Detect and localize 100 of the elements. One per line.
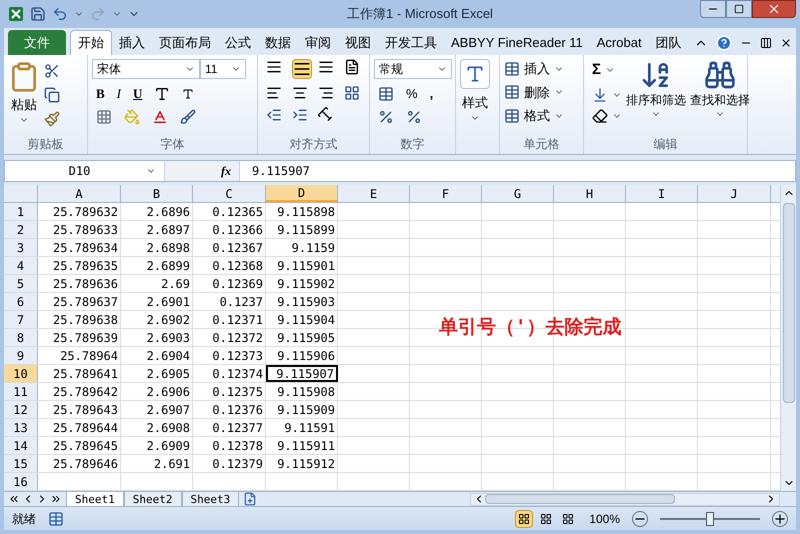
phonetic-icon[interactable]: [180, 108, 196, 124]
last-sheet-icon[interactable]: [50, 493, 62, 505]
styles-icon[interactable]: [465, 64, 485, 84]
view-button[interactable]: [515, 510, 534, 528]
insert-sheet-icon[interactable]: [243, 492, 258, 506]
ribbon-tab[interactable]: Acrobat: [590, 30, 649, 55]
cut-icon[interactable]: [44, 63, 60, 79]
binoculars-icon[interactable]: [704, 59, 736, 91]
row-header[interactable]: 11: [4, 383, 38, 400]
row-header[interactable]: 4: [4, 257, 38, 274]
fill-icon[interactable]: [592, 86, 608, 102]
help-icon[interactable]: [716, 35, 732, 51]
ribbon-tab[interactable]: 开发工具: [378, 30, 444, 55]
row-header[interactable]: 10: [4, 365, 38, 382]
middle-align-icon[interactable]: [292, 59, 312, 79]
grow-font-icon[interactable]: [154, 86, 170, 102]
row-header[interactable]: 2: [4, 221, 38, 238]
italic-button[interactable]: I: [116, 84, 122, 104]
table-cell-text: 0.12372: [212, 330, 263, 346]
clear-icon[interactable]: [592, 108, 608, 124]
row-header[interactable]: 14: [4, 437, 38, 454]
bold-button[interactable]: B: [96, 84, 105, 104]
zoom-thumb[interactable]: [706, 512, 714, 526]
comma-button[interactable]: ,: [430, 84, 434, 104]
row-header[interactable]: 8: [4, 329, 38, 346]
row-header[interactable]: 3: [4, 239, 38, 256]
ribbon-tab[interactable]: 数据: [258, 30, 298, 55]
percent-button[interactable]: %: [406, 84, 418, 104]
sheet-tab[interactable]: Sheet2: [124, 492, 182, 506]
maximize-button[interactable]: [726, 0, 752, 18]
column-header[interactable]: B: [121, 185, 193, 202]
close-button[interactable]: [752, 0, 796, 18]
row-header[interactable]: 7: [4, 311, 38, 328]
row-header[interactable]: 12: [4, 401, 38, 418]
ribbon-tab[interactable]: ABBYY FineReader 11: [444, 30, 590, 55]
top-align-icon[interactable]: [266, 59, 282, 75]
paste-button[interactable]: 粘贴: [11, 95, 37, 114]
row-header[interactable]: 9: [4, 347, 38, 364]
font-color-icon[interactable]: [152, 108, 168, 124]
column-header[interactable]: J: [698, 185, 771, 202]
shrink-font-icon[interactable]: [182, 88, 194, 100]
row-header[interactable]: 5: [4, 275, 38, 292]
underline-button[interactable]: U: [133, 84, 142, 104]
column-header[interactable]: I: [626, 185, 698, 202]
table-cell-text: 9.115907: [276, 366, 334, 382]
bottom-align-icon[interactable]: [318, 59, 334, 75]
wrap-text-icon[interactable]: [344, 59, 360, 75]
table-cell-text: 0.12375: [212, 384, 263, 400]
format-painter-icon[interactable]: [44, 111, 60, 127]
close-icon[interactable]: [780, 37, 792, 49]
column-header[interactable]: H: [554, 185, 626, 202]
cells-button[interactable]: 删除: [524, 82, 550, 102]
merge-icon[interactable]: [344, 85, 360, 101]
ribbon-tab[interactable]: 开始: [70, 30, 112, 55]
ribbon-tab[interactable]: 公式: [218, 30, 258, 55]
sheet-tab[interactable]: Sheet3: [182, 492, 240, 506]
ribbon-tab[interactable]: 团队: [648, 30, 689, 55]
zoom-in-icon[interactable]: [772, 510, 788, 526]
column-header[interactable]: D: [266, 185, 338, 202]
column-header[interactable]: G: [482, 185, 554, 202]
column-header[interactable]: A: [38, 185, 121, 202]
zoom-slider[interactable]: [660, 512, 760, 526]
row-header[interactable]: 15: [4, 455, 38, 472]
borders-icon[interactable]: [96, 108, 112, 124]
copy-icon[interactable]: [44, 87, 60, 103]
increase-indent-icon[interactable]: [292, 107, 308, 123]
row-header[interactable]: 1: [4, 203, 38, 220]
horizontal-scrollbar[interactable]: [470, 492, 780, 506]
sort-filter-button[interactable]: 排序和筛选: [626, 91, 686, 109]
autosum-button[interactable]: Σ: [592, 59, 602, 82]
file-tab[interactable]: 文件: [8, 30, 66, 55]
column-header[interactable]: F: [410, 185, 482, 202]
save-icon[interactable]: [30, 6, 46, 22]
fill-color-icon[interactable]: [124, 108, 140, 124]
first-sheet-icon[interactable]: [8, 493, 20, 505]
ribbon-tab[interactable]: 视图: [338, 30, 378, 55]
styles-button[interactable]: 样式: [462, 93, 488, 112]
find-select-button[interactable]: 查找和选择: [690, 91, 750, 109]
row-header[interactable]: 6: [4, 293, 38, 310]
align-left-icon[interactable]: [266, 85, 282, 101]
decrease-indent-icon[interactable]: [266, 107, 282, 123]
row-header[interactable]: 16: [4, 473, 38, 490]
row-header[interactable]: 13: [4, 419, 38, 436]
font-name-field[interactable]: 宋体: [92, 59, 200, 79]
macro-record-icon[interactable]: [48, 510, 64, 526]
align-right-icon[interactable]: [318, 85, 334, 101]
align-center-icon[interactable]: [292, 85, 308, 101]
cells-button[interactable]: 插入: [524, 59, 550, 78]
font-size-field[interactable]: 11: [200, 59, 246, 79]
ribbon-tab[interactable]: 审阅: [298, 30, 338, 55]
undo-icon[interactable]: [52, 6, 68, 22]
cells-button[interactable]: 格式: [524, 106, 550, 126]
ribbon-tab[interactable]: 页面布局: [152, 30, 218, 55]
number-format-field[interactable]: 常规: [374, 59, 452, 79]
zoom-out-icon[interactable]: [632, 510, 648, 526]
column-header[interactable]: E: [338, 185, 410, 202]
ribbon-tab[interactable]: 插入: [112, 30, 152, 55]
zoom-level[interactable]: 100%: [589, 510, 620, 528]
vertical-scrollbar[interactable]: [780, 185, 796, 491]
sheet-tab[interactable]: Sheet1: [66, 492, 124, 506]
